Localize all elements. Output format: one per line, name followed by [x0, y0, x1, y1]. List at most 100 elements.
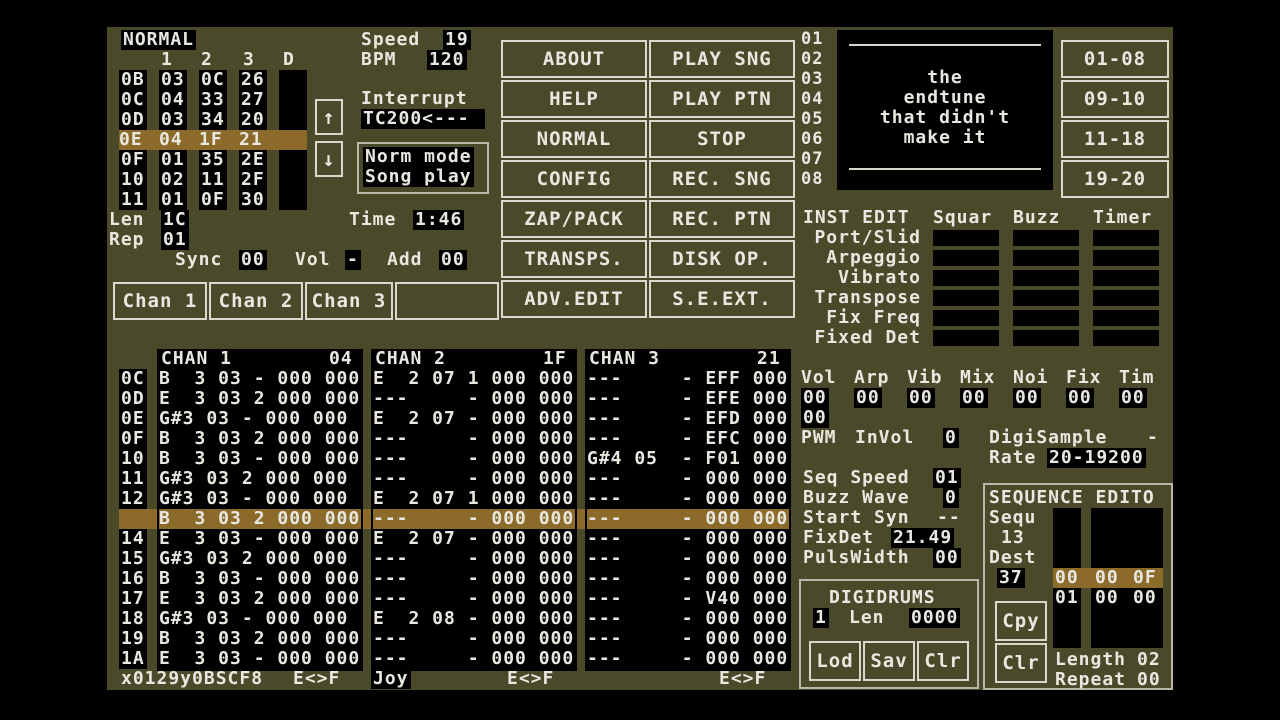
- seq-row1-a[interactable]: 00: [1055, 568, 1079, 588]
- inst-value-field[interactable]: 00: [801, 388, 829, 408]
- pattern-cell[interactable]: E 2 07 - 000 000: [373, 409, 574, 429]
- about-button[interactable]: ABOUT: [501, 40, 647, 78]
- order-cell[interactable]: 04: [159, 90, 187, 110]
- inst-param-field[interactable]: [1013, 270, 1079, 286]
- order-cell[interactable]: 0E: [119, 130, 143, 150]
- buzz-wave-value[interactable]: 0: [943, 488, 959, 508]
- pattern-bank-button[interactable]: 19-20: [1061, 160, 1169, 198]
- pattern-cell[interactable]: G#4 05 - F01 000: [587, 449, 788, 469]
- inst-param-field[interactable]: [1013, 230, 1079, 246]
- pattern-cell[interactable]: --- - 000 000: [373, 389, 574, 409]
- pattern-cell[interactable]: --- - 000 000: [373, 649, 574, 669]
- inst-param-field[interactable]: [1093, 270, 1159, 286]
- pattern-cell[interactable]: E 2 07 1 000 000: [373, 369, 574, 389]
- chan-3-button[interactable]: Chan 3: [305, 282, 393, 320]
- inst-param-field[interactable]: [1093, 330, 1159, 346]
- pattern-cell[interactable]: G#3 03 2 000 000: [159, 549, 348, 569]
- pattern-cell[interactable]: --- - EFD 000: [587, 409, 788, 429]
- scroll-up-button[interactable]: ↑: [315, 99, 343, 135]
- help-button[interactable]: HELP: [501, 80, 647, 118]
- pattern-bank-button[interactable]: 01-08: [1061, 40, 1169, 78]
- rec-sng-button[interactable]: REC. SNG: [649, 160, 795, 198]
- pattern-cell[interactable]: --- - 000 000: [587, 569, 788, 589]
- order-cell[interactable]: 26: [239, 70, 267, 90]
- digidrums-clear-button[interactable]: Clr: [917, 641, 969, 681]
- pattern-cell[interactable]: --- - 000 000: [587, 509, 789, 529]
- len-value[interactable]: 1C: [161, 210, 189, 230]
- order-cell[interactable]: 0C: [199, 70, 227, 90]
- seq-row1-b[interactable]: 00: [1095, 568, 1119, 588]
- pattern-cell[interactable]: G#3 03 - 000 000: [159, 409, 348, 429]
- inst-param-field[interactable]: [1093, 290, 1159, 306]
- order-cell[interactable]: 1F: [199, 130, 223, 150]
- footer-exf-1[interactable]: E<>F: [293, 669, 340, 689]
- pattern-cell[interactable]: --- - 000 000: [373, 589, 574, 609]
- pattern-cell[interactable]: --- - 000 000: [587, 469, 788, 489]
- order-cell[interactable]: 21: [239, 130, 263, 150]
- pattern-cell[interactable]: --- - 000 000: [587, 529, 788, 549]
- repeat-value[interactable]: 00: [1137, 670, 1161, 690]
- pattern-cell[interactable]: --- - 000 000: [373, 549, 574, 569]
- inst-param-field[interactable]: [933, 290, 999, 306]
- interrupt-value[interactable]: TC200<---: [361, 109, 485, 129]
- pattern-cell[interactable]: --- - 000 000: [373, 509, 575, 529]
- inst-param-field[interactable]: [933, 310, 999, 326]
- sync-value[interactable]: 00: [239, 250, 267, 270]
- order-cell[interactable]: 04: [159, 130, 183, 150]
- stop-button[interactable]: STOP: [649, 120, 795, 158]
- chan-extra-button[interactable]: [395, 282, 499, 320]
- order-cell[interactable]: 20: [239, 110, 267, 130]
- order-cell[interactable]: 34: [199, 110, 227, 130]
- order-cell[interactable]: 30: [239, 190, 267, 210]
- digidrums-save-button[interactable]: Sav: [863, 641, 915, 681]
- inst-param-field[interactable]: [1093, 250, 1159, 266]
- order-cell[interactable]: 0B: [119, 70, 147, 90]
- pattern-cell[interactable]: --- - 000 000: [373, 469, 574, 489]
- pattern-cell[interactable]: --- - 000 000: [373, 429, 574, 449]
- inst-value-field[interactable]: 00: [907, 388, 935, 408]
- digidrums-len-value[interactable]: 0000: [909, 608, 961, 628]
- pattern-cell[interactable]: --- - 000 000: [587, 629, 788, 649]
- inst-param-field[interactable]: [1093, 230, 1159, 246]
- disk-op-button[interactable]: DISK OP.: [649, 240, 795, 278]
- pattern-cell[interactable]: --- - EFC 000: [587, 429, 788, 449]
- inst-value-field[interactable]: 00: [960, 388, 988, 408]
- inst-value-field[interactable]: 00: [1013, 388, 1041, 408]
- vol-extra-value[interactable]: 00: [801, 408, 829, 428]
- pattern-cell[interactable]: E 2 08 - 000 000: [373, 609, 574, 629]
- rate-value[interactable]: 20-19200: [1047, 448, 1146, 468]
- order-cell[interactable]: 10: [119, 170, 147, 190]
- pattern-bank-button[interactable]: 11-18: [1061, 120, 1169, 158]
- normal-button[interactable]: NORMAL: [501, 120, 647, 158]
- rec-ptn-button[interactable]: REC. PTN: [649, 200, 795, 238]
- order-cell[interactable]: 33: [199, 90, 227, 110]
- pattern-cell[interactable]: --- - EFF 000: [587, 369, 788, 389]
- sequ-value[interactable]: 13: [1001, 528, 1025, 548]
- add-value[interactable]: 00: [439, 250, 467, 270]
- pulswidth-value[interactable]: 00: [933, 548, 961, 568]
- sequence-copy-button[interactable]: Cpy: [995, 601, 1047, 641]
- pattern-cell[interactable]: E 3 03 - 000 000: [159, 529, 360, 549]
- pattern-cell[interactable]: B 3 03 - 000 000: [159, 569, 360, 589]
- pattern-cell[interactable]: --- - 000 000: [587, 549, 788, 569]
- bpm-value[interactable]: 120: [427, 50, 467, 70]
- pattern-cell[interactable]: E 3 03 2 000 000: [159, 589, 360, 609]
- start-syn-value[interactable]: --: [937, 508, 961, 528]
- inst-value-field[interactable]: 00: [1119, 388, 1147, 408]
- seq-row2-b[interactable]: 00: [1095, 588, 1119, 608]
- order-cell[interactable]: 2F: [239, 170, 267, 190]
- adv-edit-button[interactable]: ADV.EDIT: [501, 280, 647, 318]
- pattern-cell[interactable]: B 3 03 - 000 000: [159, 449, 360, 469]
- digidrums-number[interactable]: 1: [813, 608, 829, 628]
- digisample-value[interactable]: -: [1147, 428, 1159, 448]
- pattern-cell[interactable]: --- - V40 000: [587, 589, 788, 609]
- order-cell[interactable]: 01: [159, 190, 187, 210]
- order-cell[interactable]: 0D: [119, 110, 147, 130]
- pattern-cell[interactable]: B 3 03 2 000 000: [159, 509, 361, 529]
- order-cell[interactable]: 2E: [239, 150, 267, 170]
- transps-button[interactable]: TRANSPS.: [501, 240, 647, 278]
- config-button[interactable]: CONFIG: [501, 160, 647, 198]
- order-cell[interactable]: 03: [159, 70, 187, 90]
- pattern-cell[interactable]: E 3 03 - 000 000: [159, 649, 360, 669]
- pattern-cell[interactable]: --- - 000 000: [587, 649, 788, 669]
